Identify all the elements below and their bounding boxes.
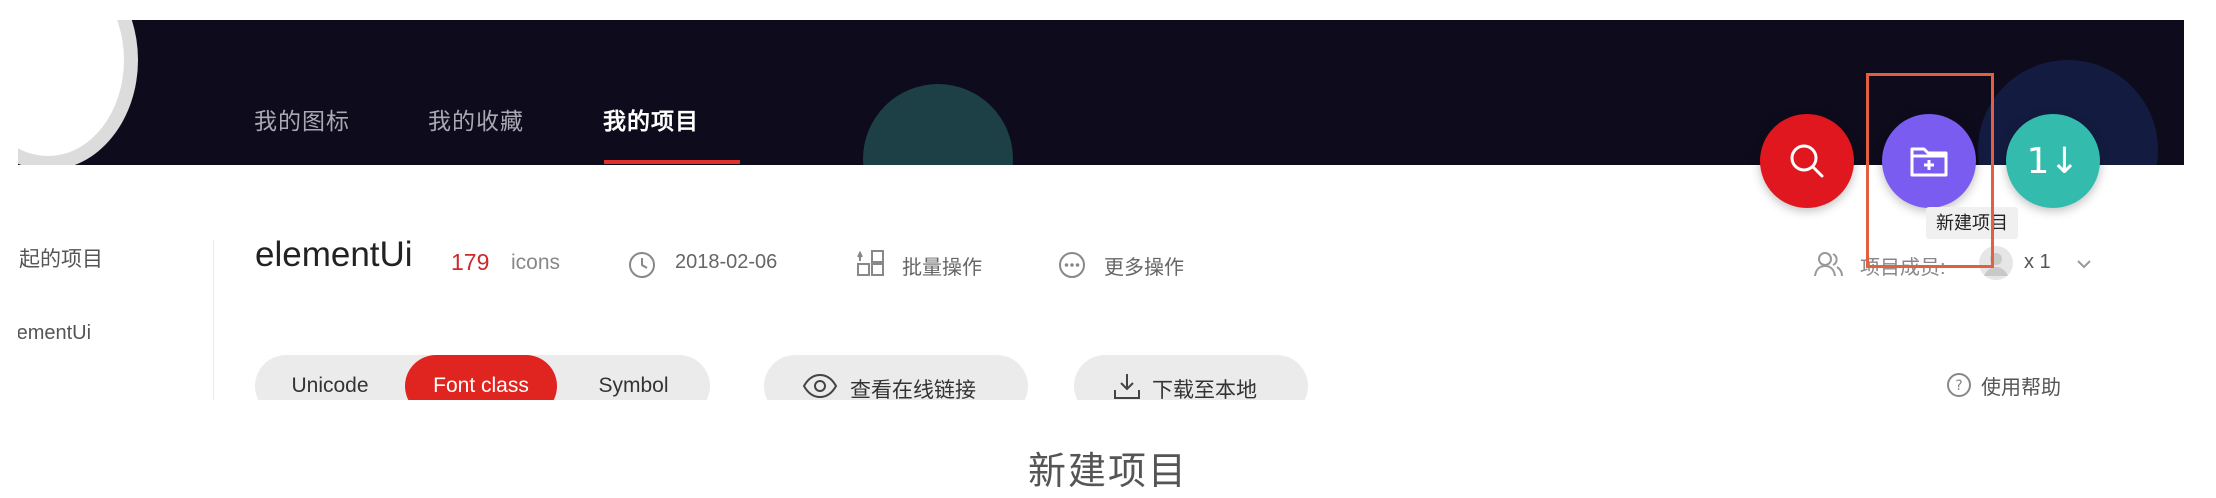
tab-symbol[interactable]: Symbol xyxy=(557,355,710,400)
icon-count: 179 xyxy=(451,249,490,275)
members-icon xyxy=(1813,249,1845,284)
sort-icon: 1↓ xyxy=(2026,141,2079,182)
nav-my-projects[interactable]: 我的项目 xyxy=(603,102,699,136)
project-title: elementUi xyxy=(255,235,413,274)
project-date: 2018-02-06 xyxy=(675,251,778,273)
top-header: 我的图标 我的收藏 我的项目 xyxy=(18,20,2184,165)
download-local-button[interactable]: 下载至本地 xyxy=(1074,355,1308,400)
nav-active-underline xyxy=(604,160,740,164)
decorative-orb-teal xyxy=(863,84,1013,165)
help-icon: ? xyxy=(1946,372,1972,400)
members-count: x 1 xyxy=(2024,251,2051,273)
chevron-down-icon[interactable] xyxy=(2076,257,2092,275)
sort-fab[interactable]: 1↓ xyxy=(2006,114,2100,208)
more-dots-icon xyxy=(1058,251,1086,284)
highlight-box xyxy=(1866,73,1994,268)
tab-font-class[interactable]: Font class xyxy=(405,355,557,400)
search-fab[interactable] xyxy=(1760,114,1854,208)
svg-text:?: ? xyxy=(1955,378,1962,394)
download-icon xyxy=(1112,371,1142,400)
eye-icon xyxy=(802,373,838,400)
more-operations-link[interactable]: 更多操作 xyxy=(1104,251,1184,280)
download-label: 下载至本地 xyxy=(1152,379,1257,400)
image-caption: 新建项目 xyxy=(1027,451,1188,493)
sidebar-item-elementui[interactable]: elementUi xyxy=(18,322,91,345)
tab-unicode[interactable]: Unicode xyxy=(255,355,405,400)
icon-count-unit: icons xyxy=(511,251,561,274)
sidebar-item-created-projects[interactable]: 发起的项目 xyxy=(18,243,103,273)
view-online-link-button[interactable]: 查看在线链接 xyxy=(764,355,1028,400)
grid-icon xyxy=(856,249,886,284)
nav-my-icons[interactable]: 我的图标 xyxy=(254,102,350,136)
view-online-label: 查看在线链接 xyxy=(850,379,976,400)
svg-text:1↓: 1↓ xyxy=(2026,141,2079,182)
code-type-switch: Unicode Font class Symbol xyxy=(255,355,710,400)
nav-my-favorites[interactable]: 我的收藏 xyxy=(428,102,524,136)
sidebar-divider xyxy=(213,240,214,400)
screenshot-stage: 我的图标 我的收藏 我的项目 发起的项目 elementUi elementUi… xyxy=(0,0,2216,498)
search-icon xyxy=(1790,144,1824,178)
mascot-illustration xyxy=(18,20,138,165)
batch-operation-link[interactable]: 批量操作 xyxy=(902,251,982,280)
project-panel: 发起的项目 elementUi elementUi 179 icons 2018… xyxy=(18,165,2184,400)
clock-icon xyxy=(628,251,656,284)
help-link[interactable]: 使用帮助 xyxy=(1981,371,2061,400)
